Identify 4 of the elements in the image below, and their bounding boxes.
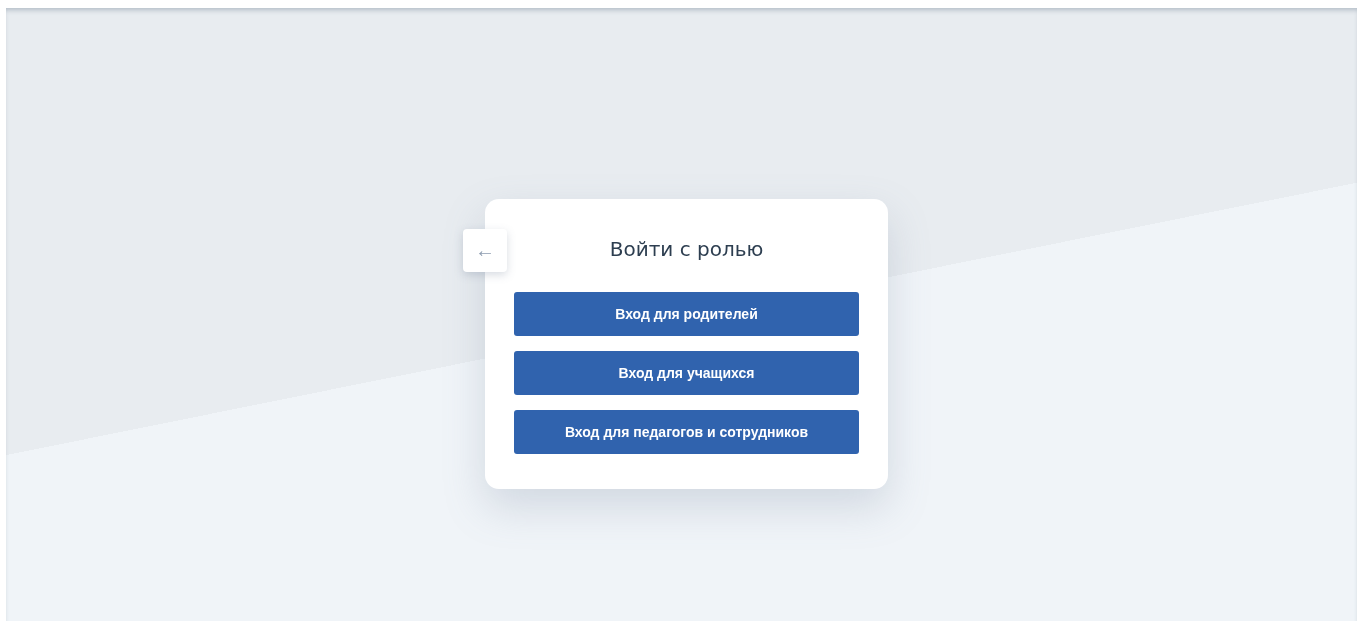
dialog-title: Войти с ролью	[609, 236, 764, 263]
role-login-button[interactable]: Вход для учащихся	[514, 351, 859, 395]
role-login-button[interactable]: Вход для родителей	[514, 292, 859, 336]
role-login-button[interactable]: Вход для педагогов и сотрудников	[514, 410, 859, 454]
